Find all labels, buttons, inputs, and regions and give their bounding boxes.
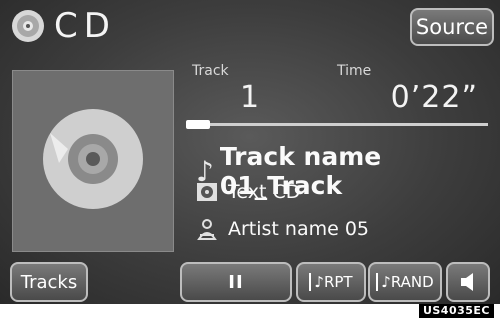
music-note-icon: ♪ (381, 273, 391, 291)
pause-button[interactable]: II (180, 262, 292, 302)
disc-text-icon (197, 183, 217, 201)
artist-row: Artist name 05 (196, 218, 369, 240)
album-art (12, 70, 174, 252)
image-caption: US4035EC (418, 304, 494, 318)
random-label: RAND (390, 273, 434, 291)
elapsed-time: 0’22” (390, 80, 478, 115)
repeat-button[interactable]: ♪ RPT (296, 262, 366, 302)
source-button[interactable]: Source (410, 8, 494, 46)
album-name: Text CD (228, 181, 301, 203)
repeat-label: RPT (323, 273, 353, 291)
progress-fill (186, 120, 210, 129)
volume-button[interactable] (446, 262, 490, 302)
track-number: 1 (240, 80, 260, 115)
time-label: Time (337, 63, 372, 79)
tracks-button[interactable]: Tracks (10, 262, 88, 302)
person-icon (197, 219, 217, 240)
track-label: Track (192, 63, 229, 79)
progress-bar[interactable] (186, 123, 488, 126)
cd-disc-icon (12, 10, 44, 42)
divider-bar (309, 273, 312, 291)
speaker-icon (461, 273, 473, 291)
source-title: CD (54, 6, 116, 46)
audio-screen: CD Source Track Time 1 0’22” ♪ Track nam… (0, 0, 500, 304)
artist-name: Artist name 05 (228, 218, 370, 240)
album-row: Text CD (196, 181, 300, 203)
cd-artwork-icon (43, 109, 143, 209)
random-button[interactable]: ♪ RAND (368, 262, 442, 302)
divider-bar (376, 273, 379, 291)
music-note-icon: ♪ (314, 273, 324, 291)
